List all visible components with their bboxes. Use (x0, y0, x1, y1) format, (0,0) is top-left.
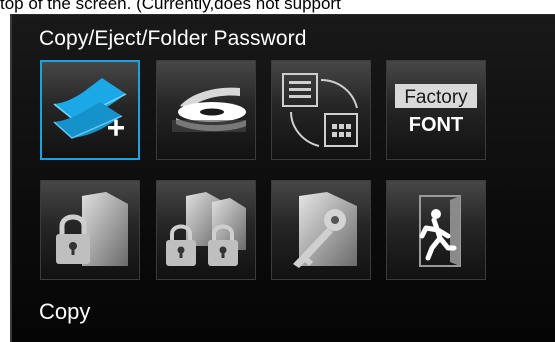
unlock-folder-button[interactable] (271, 180, 371, 280)
factory-label: Factory (404, 87, 468, 108)
exit-button[interactable] (386, 180, 486, 280)
dialog-title: Copy/Eject/Folder Password (39, 27, 307, 50)
copy-eject-folder-password-dialog: Copy/Eject/Folder Password Factory FONT … (10, 14, 555, 342)
folder-view-button[interactable] (271, 60, 371, 160)
lock-all-folders-button[interactable] (156, 180, 256, 280)
lock-folder-button[interactable] (40, 180, 140, 280)
locked-folders-icon (166, 192, 246, 266)
status-label: Copy (39, 299, 91, 324)
document-text: top of the screen. (Currently,does not s… (0, 0, 341, 13)
locked-folder-icon (56, 192, 128, 266)
factory-font-button[interactable]: Factory FONT (386, 60, 486, 160)
font-label: FONT (409, 114, 463, 136)
copy-button[interactable] (40, 60, 140, 160)
folder-key-icon (293, 192, 357, 268)
copy-stack-icon (53, 78, 127, 139)
factory-font-icon: Factory FONT (395, 84, 477, 136)
eject-button[interactable] (156, 60, 256, 160)
exit-door-icon (419, 195, 461, 267)
folder-grid-icon (282, 73, 358, 147)
eject-disc-icon (172, 87, 246, 132)
